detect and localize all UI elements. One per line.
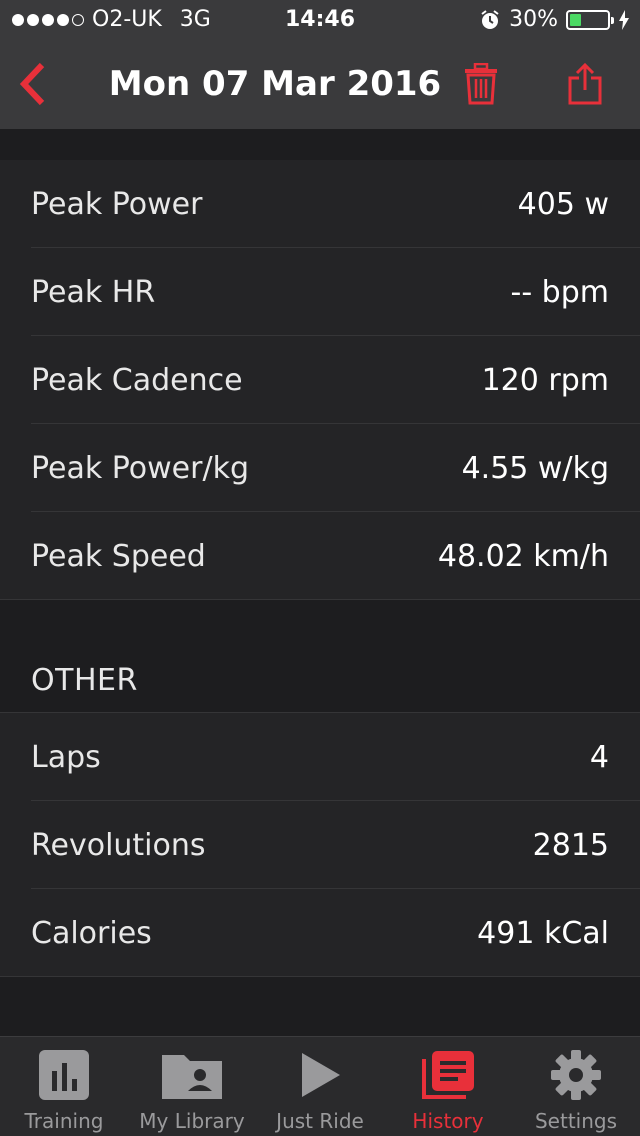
trash-icon [465,63,497,105]
tab-settings[interactable]: Settings [512,1037,640,1136]
row-value: 4.55 w/kg [461,450,609,486]
row-value: 2815 [532,827,609,863]
row-value: 120 rpm [481,362,609,398]
row-label: Peak Cadence [31,362,243,398]
row-label: Peak Power [31,186,203,222]
row-value: 4 [589,739,609,775]
folder-user-icon [162,1055,222,1099]
share-icon [568,62,602,105]
bottom-spacer [0,977,640,1036]
battery-percent: 30% [509,7,558,32]
status-right: 30% [479,7,630,32]
share-button[interactable] [561,60,609,108]
top-spacer [0,129,640,161]
peaks-group: Peak Power 405 w Peak HR -- bpm Peak Cad… [0,160,640,600]
other-group: Laps 4 Revolutions 2815 Calories 491 kCa… [0,713,640,977]
tab-label: My Library [139,1109,245,1133]
section-header-other: OTHER [0,600,640,713]
delete-button[interactable] [457,60,505,108]
peak-speed-row: Peak Speed 48.02 km/h [0,512,640,600]
workout-detail-content[interactable]: Peak Power 405 w Peak HR -- bpm Peak Cad… [0,129,640,1036]
row-value: 491 kCal [477,915,609,951]
tab-my-library[interactable]: My Library [128,1037,256,1136]
peak-cadence-row: Peak Cadence 120 rpm [0,336,640,424]
charging-icon [619,9,629,30]
peak-power-per-kg-row: Peak Power/kg 4.55 w/kg [0,424,640,512]
row-label: Peak HR [31,274,156,310]
battery-fill [570,13,581,26]
status-bar: O2-UK 3G 14:46 30% [0,0,640,40]
gear-icon [551,1050,601,1100]
peak-hr-row: Peak HR -- bpm [0,248,640,336]
tab-label: History [412,1109,484,1133]
bar-chart-icon [39,1050,89,1100]
tab-just-ride[interactable]: Just Ride [256,1037,384,1136]
peak-power-row: Peak Power 405 w [0,160,640,248]
alarm-icon [481,9,499,29]
calories-row: Calories 491 kCal [0,889,640,977]
row-value: -- bpm [510,274,610,310]
navigation-bar: Mon 07 Mar 2016 [0,40,640,129]
battery-icon [566,9,614,30]
row-label: Peak Speed [31,538,206,574]
row-label: Peak Power/kg [31,450,249,486]
row-label: Calories [31,915,152,951]
tab-history[interactable]: History [384,1037,512,1136]
row-value: 405 w [517,186,609,222]
row-value: 48.02 km/h [437,538,609,574]
row-label: Revolutions [31,827,206,863]
row-label: Laps [31,739,101,775]
tab-label: Training [24,1109,104,1133]
tab-label: Just Ride [276,1109,364,1133]
laps-row: Laps 4 [0,713,640,801]
play-icon [302,1053,340,1097]
tab-label: Settings [534,1109,618,1133]
history-list-icon [422,1051,474,1099]
revolutions-row: Revolutions 2815 [0,801,640,889]
tab-bar: Training My Library Just Ride History Se… [0,1036,640,1136]
tab-training[interactable]: Training [0,1037,128,1136]
